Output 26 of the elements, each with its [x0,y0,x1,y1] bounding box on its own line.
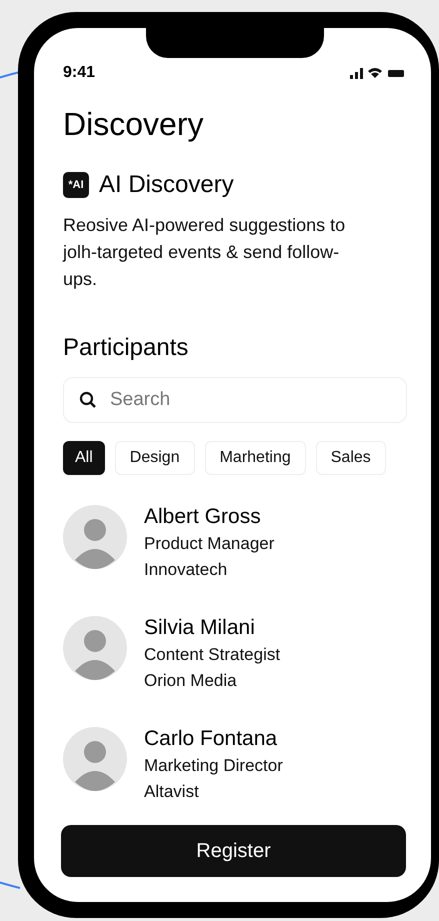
person-name: Carlo Fontana [144,726,278,752]
avatar-silhouette-icon [63,616,127,680]
filter-chip[interactable]: Sales [316,441,386,475]
status-icons [350,66,406,80]
person-role: Marketing Director [144,755,283,777]
filter-chip[interactable]: All [63,441,105,475]
avatar-silhouette-icon [63,505,127,569]
ai-badge: *AI [63,172,89,198]
person-role: Content Strategist [144,644,280,666]
person-name: Albert Gross [144,504,262,530]
avatar-silhouette-icon [63,727,127,791]
person-company: Altavist [144,781,200,803]
search-icon [79,391,97,409]
ai-heading: AI Discovery [99,170,234,200]
filter-chip[interactable]: Marheting [204,441,306,475]
ai-description: Reosive AI-powered suggestions to jolh-targeted events & send follow-ups. [63,214,346,291]
section-heading: Participants [63,333,190,363]
register-button[interactable]: Register [61,825,406,877]
status-time: 9:41 [63,63,96,83]
person-company: Orion Media [144,670,238,692]
person-company: Innovatech [144,559,228,581]
page-title: Discovery [63,105,204,144]
filter-chip[interactable]: Design [114,441,195,475]
person-role: Product Manager [144,533,274,555]
person-name: Silvia Milani [144,615,256,641]
search-field[interactable]: Search [63,377,407,423]
